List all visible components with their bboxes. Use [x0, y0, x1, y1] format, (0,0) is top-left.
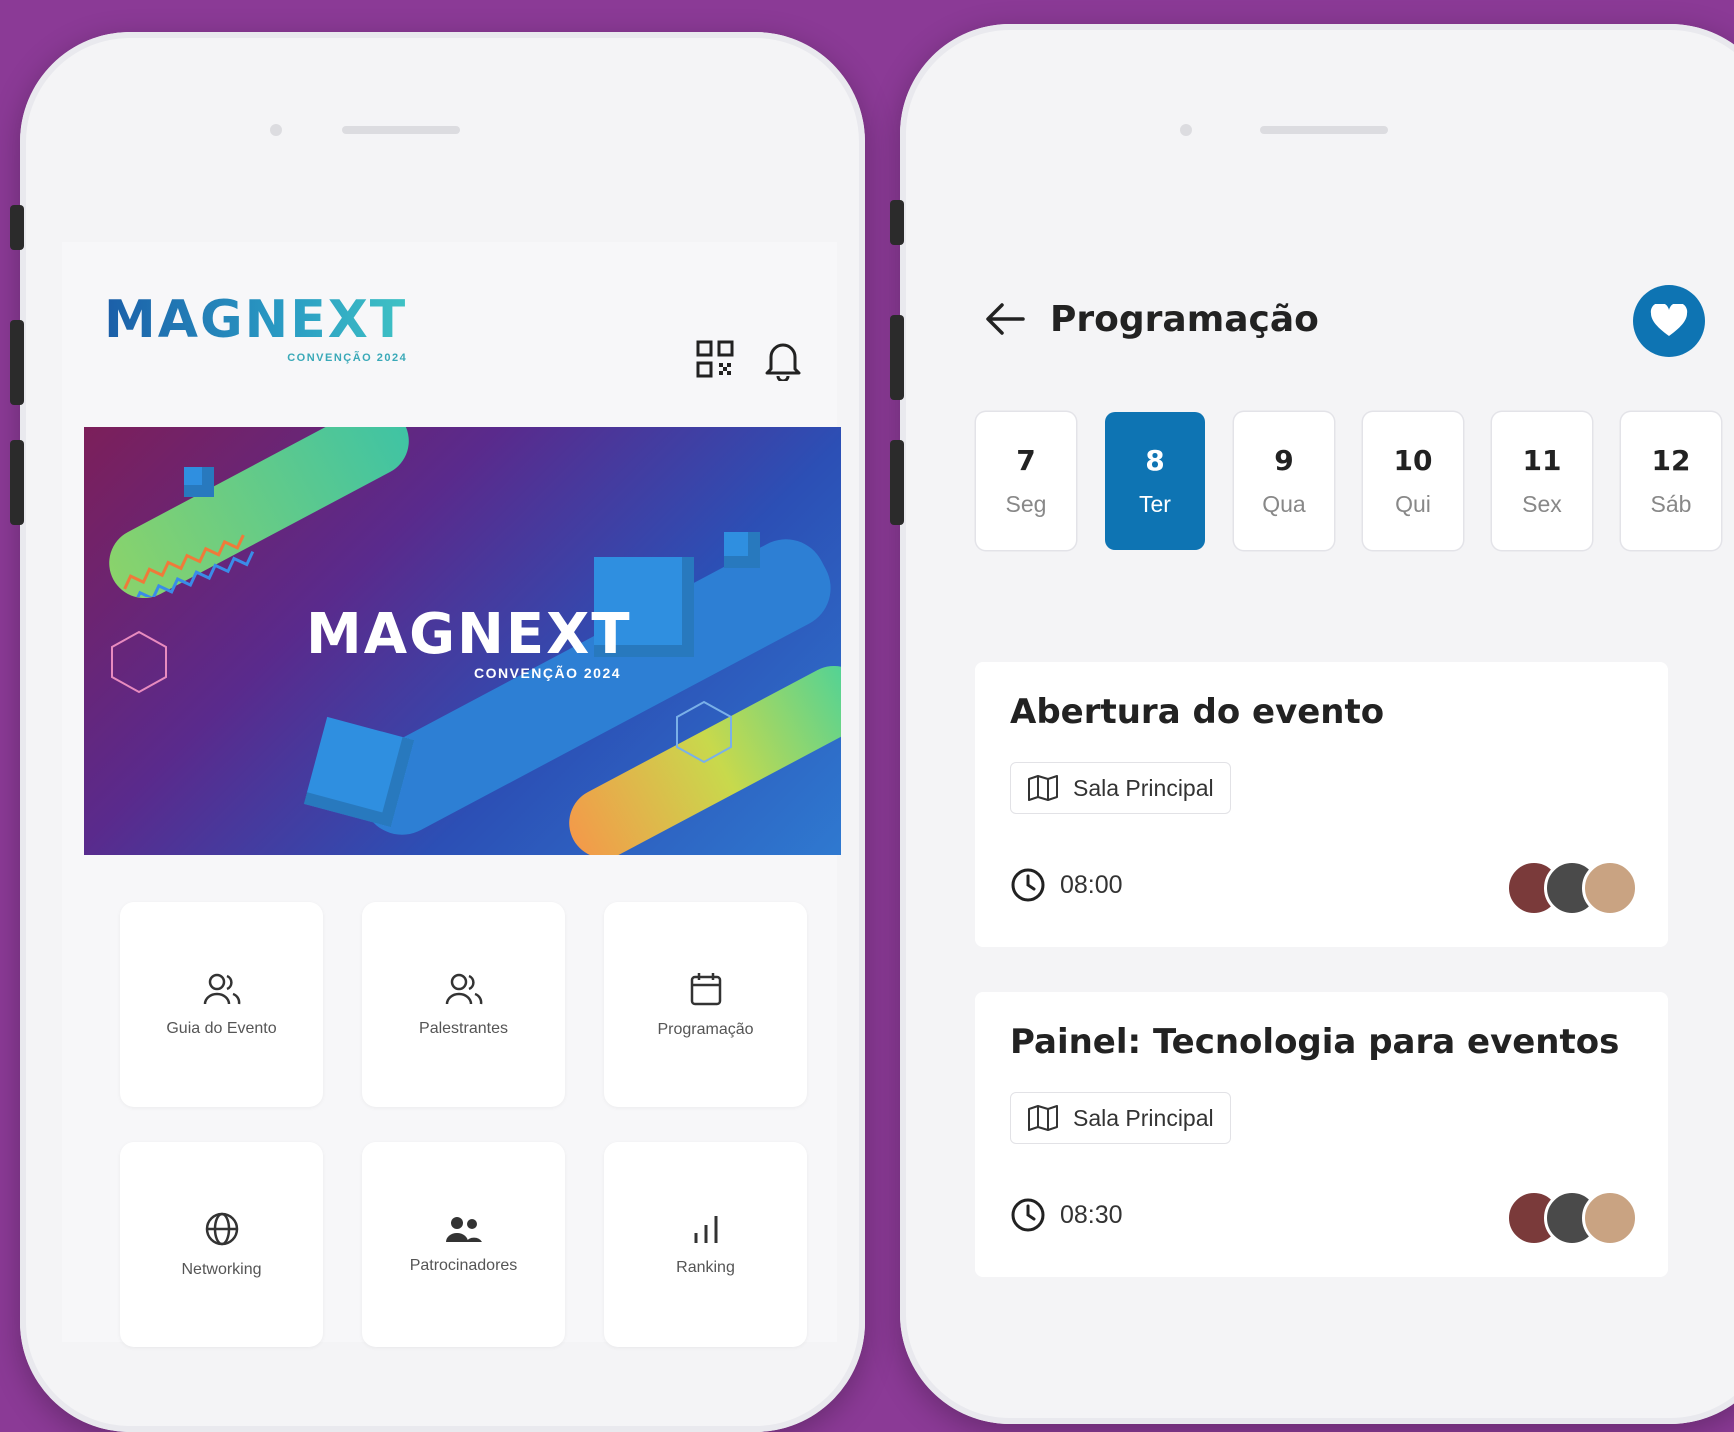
phone-side-button	[890, 315, 904, 400]
page-title: Programação	[1050, 298, 1319, 340]
menu-label: Guia do Evento	[166, 1019, 277, 1037]
camera	[270, 124, 282, 136]
event-time: 08:30	[1010, 1197, 1123, 1233]
clock-icon	[1011, 1198, 1045, 1232]
menu-patrocinadores[interactable]: Patrocinadores	[362, 1142, 565, 1347]
event-title: Painel: Tecnologia para eventos	[1010, 1022, 1620, 1062]
banner-cube	[724, 532, 760, 568]
menu-networking[interactable]: Networking	[120, 1142, 323, 1347]
event-card[interactable]: Painel: Tecnologia para eventos Sala Pri…	[975, 992, 1668, 1277]
day-12[interactable]: 12 Sáb	[1621, 412, 1721, 550]
weekday-label: Seg	[1005, 491, 1047, 517]
programacao-screen: Programação 7 Seg 8 Ter 9 Qua 10 Qui 11 Sex 1…	[940, 229, 1734, 1329]
avatar	[1582, 860, 1638, 916]
weekday-label: Sex	[1522, 491, 1562, 517]
room-tag: Sala Principal	[1010, 1092, 1231, 1144]
weekday-label: Sáb	[1650, 491, 1692, 517]
bell-icon[interactable]	[761, 337, 805, 381]
menu-palestrantes[interactable]: Palestrantes	[362, 902, 565, 1107]
camera	[1180, 124, 1192, 136]
speaker-avatars	[1506, 1190, 1638, 1246]
back-arrow-icon[interactable]	[980, 294, 1030, 344]
calendar-icon	[690, 972, 721, 1005]
event-banner[interactable]: MAGNEXT CONVENÇÃO 2024	[84, 427, 841, 855]
menu-label: Programação	[657, 1020, 754, 1038]
menu-ranking[interactable]: Ranking	[604, 1142, 807, 1347]
menu-guia-do-evento[interactable]: Guia do Evento	[120, 902, 323, 1107]
room-tag: Sala Principal	[1010, 762, 1231, 814]
users-icon	[445, 973, 482, 1004]
speaker	[1260, 126, 1388, 134]
bar-chart-icon	[694, 1215, 717, 1243]
room-label: Sala Principal	[1073, 774, 1214, 801]
favorite-button[interactable]	[1633, 285, 1705, 357]
app-logo: MAGNEXT CONVENÇÃO 2024	[104, 290, 408, 364]
phone-side-button	[10, 440, 24, 525]
time-label: 08:30	[1060, 1200, 1123, 1229]
phone-left: MAGNEXT CONVENÇÃO 2024 MAGNEXT CONVENÇÃO…	[20, 32, 865, 1432]
globe-icon	[205, 1212, 238, 1245]
phone-side-button	[890, 440, 904, 525]
banner-subtitle: CONVENÇÃO 2024	[474, 665, 622, 681]
event-title: Abertura do evento	[1010, 692, 1385, 732]
day-11[interactable]: 11 Sex	[1492, 412, 1592, 550]
weekday-label: Qua	[1262, 491, 1306, 517]
menu-label: Ranking	[676, 1258, 735, 1276]
day-number: 9	[1274, 444, 1294, 477]
hexagon-decoration	[111, 630, 167, 694]
heart-icon	[1650, 304, 1688, 336]
phone-side-button	[890, 200, 904, 245]
logo-text: MAGNEXT	[104, 290, 408, 350]
users-icon	[203, 973, 240, 1004]
day-number: 10	[1393, 444, 1433, 477]
day-selector: 7 Seg 8 Ter 9 Qua 10 Qui 11 Sex 12 Sáb	[976, 412, 1721, 550]
event-card[interactable]: Abertura do evento Sala Principal 08:00	[975, 662, 1668, 947]
menu-label: Patrocinadores	[409, 1256, 518, 1274]
hexagon-decoration	[676, 700, 732, 764]
phone-side-button	[10, 320, 24, 405]
time-label: 08:00	[1060, 870, 1123, 899]
day-number: 12	[1651, 444, 1691, 477]
day-number: 8	[1145, 444, 1165, 477]
qr-code-icon[interactable]	[693, 337, 737, 381]
speaker-avatars	[1506, 860, 1638, 916]
map-icon	[1028, 775, 1058, 801]
room-label: Sala Principal	[1073, 1104, 1214, 1131]
menu-label: Networking	[181, 1260, 262, 1278]
day-7[interactable]: 7 Seg	[976, 412, 1076, 550]
weekday-label: Qui	[1395, 491, 1431, 517]
logo-subtitle: CONVENÇÃO 2024	[287, 352, 408, 364]
people-icon	[445, 1216, 482, 1242]
weekday-label: Ter	[1139, 491, 1171, 517]
phone-side-button	[10, 205, 24, 250]
clock-icon	[1011, 868, 1045, 902]
map-icon	[1028, 1105, 1058, 1131]
zigzag-decoration	[113, 534, 255, 597]
day-10[interactable]: 10 Qui	[1363, 412, 1463, 550]
home-screen: MAGNEXT CONVENÇÃO 2024 MAGNEXT CONVENÇÃO…	[62, 242, 841, 1347]
day-number: 7	[1016, 444, 1036, 477]
avatar	[1582, 1190, 1638, 1246]
day-8[interactable]: 8 Ter	[1105, 412, 1205, 550]
menu-programacao[interactable]: Programação	[604, 902, 807, 1107]
menu-label: Palestrantes	[419, 1019, 508, 1037]
day-9[interactable]: 9 Qua	[1234, 412, 1334, 550]
banner-title: MAGNEXT	[306, 602, 632, 667]
top-actions	[693, 337, 805, 381]
speaker	[342, 126, 460, 134]
screen-header: Programação	[980, 279, 1705, 359]
day-number: 11	[1522, 444, 1562, 477]
phone-right: Programação 7 Seg 8 Ter 9 Qua 10 Qui 11 Sex 1…	[900, 24, 1734, 1424]
event-time: 08:00	[1010, 867, 1123, 903]
banner-cube	[184, 467, 214, 497]
